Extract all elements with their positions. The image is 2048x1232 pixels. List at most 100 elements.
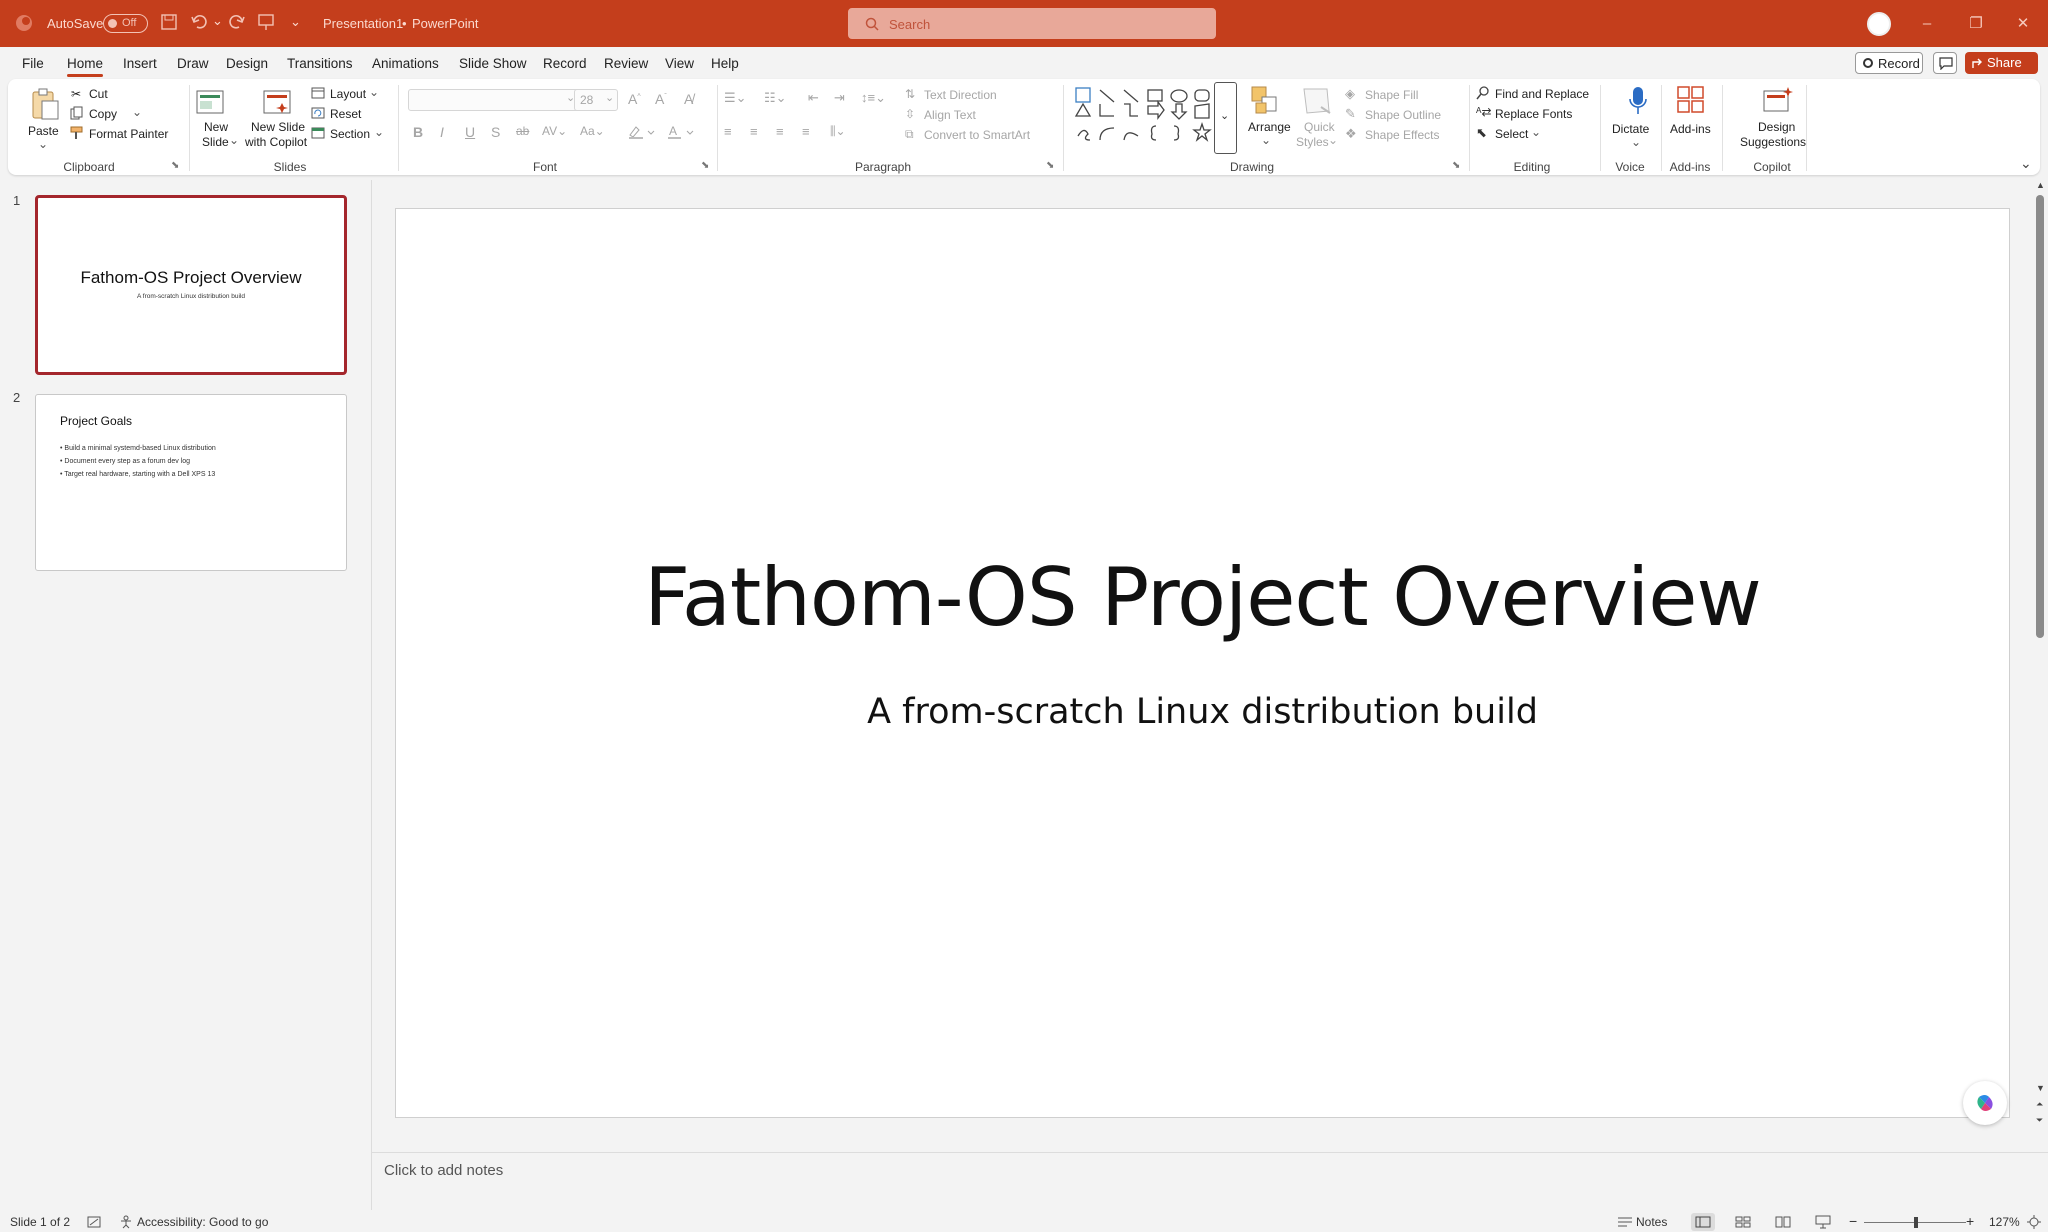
section-button[interactable]: Section xyxy=(330,127,370,141)
add-ins-icon[interactable] xyxy=(1676,85,1706,115)
justify-icon[interactable]: ≡ xyxy=(802,124,810,139)
arrange-dropdown-icon[interactable]: ⌄ xyxy=(1261,133,1271,147)
convert-smartart-button[interactable]: Convert to SmartArt xyxy=(924,128,1030,142)
zoom-in-button[interactable]: + xyxy=(1966,1213,1974,1229)
paste-dropdown-icon[interactable]: ⌄ xyxy=(38,137,48,151)
close-button[interactable]: ✕ xyxy=(2008,10,2038,38)
cut-button[interactable]: Cut xyxy=(89,87,108,101)
section-dropdown-icon[interactable]: ⌄ xyxy=(374,125,384,139)
text-direction-button[interactable]: Text Direction xyxy=(924,88,997,102)
copy-icon[interactable] xyxy=(70,106,84,120)
tab-design[interactable]: Design xyxy=(226,56,268,71)
autosave-toggle[interactable]: Off xyxy=(103,14,148,33)
notes-pane[interactable]: Click to add notes xyxy=(372,1152,2048,1212)
tab-review[interactable]: Review xyxy=(604,56,648,71)
tab-file[interactable]: File xyxy=(22,56,44,71)
clipboard-launcher-icon[interactable]: ⬊ xyxy=(171,160,179,171)
tab-insert[interactable]: Insert xyxy=(123,56,157,71)
scroll-down-icon[interactable]: ▼ xyxy=(2036,1083,2045,1093)
pane-divider[interactable] xyxy=(371,180,372,1210)
zoom-out-button[interactable]: − xyxy=(1849,1213,1857,1229)
slide-thumbnail-1[interactable]: Fathom-OS Project Overview A from-scratc… xyxy=(35,195,347,375)
record-button[interactable]: Record xyxy=(1855,52,1923,74)
tab-record[interactable]: Record xyxy=(543,56,587,71)
undo-dropdown-icon[interactable]: ⌄ xyxy=(212,13,223,29)
line-spacing-icon[interactable]: ↕≡⌄ xyxy=(861,90,886,106)
columns-icon[interactable]: ⫼⌄ xyxy=(830,124,846,139)
tab-transitions[interactable]: Transitions xyxy=(287,56,353,71)
underline-icon[interactable]: U xyxy=(465,124,475,140)
format-painter-icon[interactable] xyxy=(70,126,84,140)
decrease-indent-icon[interactable]: ⇤ xyxy=(808,90,819,106)
reset-icon[interactable] xyxy=(311,106,325,120)
slide-thumbnail-2[interactable]: Project Goals • Build a minimal systemd-… xyxy=(35,394,347,571)
comments-button[interactable] xyxy=(1933,52,1957,74)
copilot-button[interactable] xyxy=(1963,1081,2007,1125)
account-avatar[interactable] xyxy=(1867,12,1891,36)
find-icon[interactable] xyxy=(1476,86,1490,100)
copy-button[interactable]: Copy xyxy=(89,107,117,121)
quick-styles-label-1[interactable]: Quick xyxy=(1304,120,1335,134)
new-slide-copilot-label-2[interactable]: with Copilot xyxy=(245,135,307,149)
fit-to-window-icon[interactable] xyxy=(2027,1215,2041,1229)
previous-slide-icon[interactable]: ⏶ xyxy=(2036,1099,2043,1110)
layout-icon[interactable] xyxy=(311,86,325,100)
notes-toggle[interactable]: Notes xyxy=(1636,1215,1667,1229)
shapes-gallery-more-button[interactable]: ⌄ xyxy=(1214,82,1237,154)
slide-title[interactable]: Fathom-OS Project Overview xyxy=(396,551,2009,644)
bullets-icon[interactable]: ☰⌄ xyxy=(724,90,747,106)
next-slide-icon[interactable]: ⏷ xyxy=(2036,1115,2043,1126)
normal-view-button[interactable] xyxy=(1691,1213,1715,1231)
microphone-icon[interactable] xyxy=(1627,85,1649,119)
new-slide-label-1[interactable]: New xyxy=(204,120,228,134)
highlight-color-icon[interactable] xyxy=(628,125,658,139)
font-launcher-icon[interactable]: ⬊ xyxy=(701,160,709,171)
slide-canvas[interactable]: Fathom-OS Project Overview A from-scratc… xyxy=(395,208,2010,1118)
design-suggestions-icon[interactable] xyxy=(1762,85,1794,115)
layout-button[interactable]: Layout xyxy=(330,87,366,101)
section-icon[interactable] xyxy=(311,126,325,140)
quick-styles-label-2[interactable]: Styles xyxy=(1296,135,1329,149)
paste-label[interactable]: Paste xyxy=(28,124,59,138)
dictate-dropdown-icon[interactable]: ⌄ xyxy=(1631,135,1641,149)
smartart-icon[interactable]: ⧉ xyxy=(905,127,914,142)
find-replace-button[interactable]: Find and Replace xyxy=(1495,87,1589,101)
quick-styles-icon[interactable] xyxy=(1301,85,1333,117)
shape-effects-button[interactable]: Shape Effects xyxy=(1365,128,1440,142)
zoom-level[interactable]: 127% xyxy=(1989,1215,2020,1229)
italic-icon[interactable]: I xyxy=(440,124,444,140)
font-size-box[interactable]: 28 ⌄ xyxy=(574,89,618,111)
vertical-scrollbar-thumb[interactable] xyxy=(2036,195,2044,638)
share-button[interactable]: Share xyxy=(1965,52,2038,74)
new-slide-dropdown-icon[interactable]: ⌄ xyxy=(229,133,239,147)
spelling-check-icon[interactable] xyxy=(87,1216,101,1228)
quick-styles-dropdown-icon[interactable]: ⌄ xyxy=(1328,133,1338,147)
shape-effects-icon[interactable]: ❖ xyxy=(1345,126,1357,142)
font-name-box[interactable]: ⌄ xyxy=(408,89,581,111)
restore-button[interactable]: ❐ xyxy=(1961,10,1991,38)
increase-font-icon[interactable]: A^ xyxy=(628,91,641,107)
slide-show-icon[interactable] xyxy=(1815,1215,1831,1229)
new-slide-label-2[interactable]: Slide xyxy=(202,135,229,149)
increase-indent-icon[interactable]: ⇥ xyxy=(834,90,845,106)
accessibility-status[interactable]: Accessibility: Good to go xyxy=(137,1215,268,1229)
align-text-icon[interactable]: ⇳ xyxy=(905,107,915,121)
search-box[interactable] xyxy=(848,8,1216,39)
tab-view[interactable]: View xyxy=(665,56,694,71)
numbering-icon[interactable]: ☷⌄ xyxy=(764,90,787,106)
strikethrough-icon[interactable]: ab xyxy=(516,124,529,138)
undo-icon[interactable] xyxy=(190,13,210,31)
collapse-ribbon-icon[interactable]: ⌄ xyxy=(2020,155,2032,172)
arrange-label[interactable]: Arrange xyxy=(1248,120,1291,134)
shape-outline-button[interactable]: Shape Outline xyxy=(1365,108,1441,122)
scroll-up-icon[interactable]: ▲ xyxy=(2036,180,2045,190)
select-button[interactable]: Select xyxy=(1495,127,1528,141)
tab-animations[interactable]: Animations xyxy=(372,56,439,71)
redo-icon[interactable] xyxy=(226,13,246,31)
drawing-launcher-icon[interactable]: ⬊ xyxy=(1452,160,1460,171)
text-direction-icon[interactable]: ⇅ xyxy=(905,87,915,101)
accessibility-icon[interactable] xyxy=(119,1215,133,1229)
replace-fonts-button[interactable]: Replace Fonts xyxy=(1495,107,1572,121)
minimize-button[interactable]: – xyxy=(1912,10,1942,38)
change-case-icon[interactable]: Aa⌄ xyxy=(580,124,605,138)
